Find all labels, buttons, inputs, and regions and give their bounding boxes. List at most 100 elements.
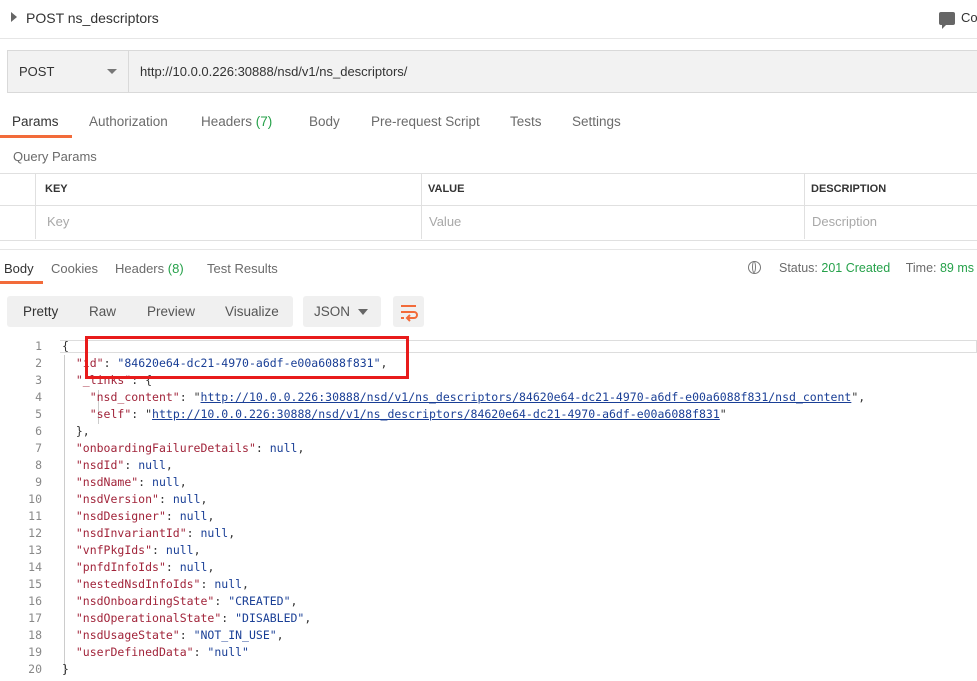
tab-pre-request-script[interactable]: Pre-request Script (371, 114, 480, 129)
code-line: "vnfPkgIds": null, (75, 543, 201, 557)
pane-divider[interactable] (0, 249, 977, 250)
code-line: }, (62, 424, 90, 438)
json-key: "userDefinedData" (75, 645, 194, 659)
line-number: 11 (28, 509, 42, 523)
json-value: "NOT_IN_USE" (193, 628, 277, 642)
globe-icon[interactable] (748, 261, 761, 274)
tab-headers[interactable]: Headers (7) (201, 114, 272, 129)
json-value: null (200, 526, 229, 540)
json-link[interactable]: http://10.0.0.226:30888/nsd/v1/ns_descri… (152, 407, 720, 421)
response-tab-headers[interactable]: Headers (8) (115, 261, 184, 276)
value-input[interactable]: Value (429, 214, 461, 229)
code-line: "userDefinedData": "null" (75, 645, 249, 659)
format-label: JSON (314, 304, 351, 319)
line-number: 16 (28, 594, 42, 608)
line-number: 20 (28, 662, 42, 676)
headers-count: (7) (255, 114, 273, 129)
highlight-box (85, 336, 409, 379)
json-value: "DISABLED" (235, 611, 305, 625)
line-number: 15 (28, 577, 42, 591)
response-body-editor[interactable]: 1{2 "id": "84620e64-dc21-4970-a6df-e00a6… (0, 339, 977, 681)
view-pretty-button[interactable]: Pretty (23, 304, 58, 319)
column-value: VALUE (428, 183, 465, 195)
response-headers-count: (8) (167, 261, 184, 276)
line-number: 5 (35, 407, 42, 421)
line-number: 10 (28, 492, 42, 506)
wrap-lines-button[interactable] (393, 296, 424, 327)
json-key: "nsdDesigner" (75, 509, 166, 523)
code-line: "onboardingFailureDetails": null, (75, 441, 305, 455)
json-key: "nsdOperationalState" (75, 611, 222, 625)
json-key: "pnfdInfoIds" (75, 560, 166, 574)
json-value: "CREATED" (228, 594, 291, 608)
column-key: KEY (45, 183, 68, 195)
request-title[interactable]: POST ns_descriptors (26, 10, 159, 26)
wrap-lines-icon (401, 305, 418, 322)
code-line: "nsdId": null, (75, 458, 173, 472)
response-tab-cookies[interactable]: Cookies (51, 261, 98, 276)
tab-body[interactable]: Body (309, 114, 340, 129)
json-value: "null" (207, 645, 249, 659)
json-value: null (172, 492, 201, 506)
comments-button[interactable]: Co (939, 10, 977, 30)
request-tabs: Params Authorization Headers (7) Body Pr… (0, 108, 977, 138)
code-line: "nsd_content": "http://10.0.0.226:30888/… (89, 390, 866, 404)
column-divider (35, 173, 36, 239)
json-key: "nsd_content" (89, 390, 180, 404)
code-line: "self": "http://10.0.0.226:30888/nsd/v1/… (89, 407, 727, 421)
line-number: 13 (28, 543, 42, 557)
tab-tests[interactable]: Tests (510, 114, 542, 129)
json-key: "onboardingFailureDetails" (75, 441, 256, 455)
code-line: "nsdVersion": null, (75, 492, 208, 506)
tab-params[interactable]: Params (12, 114, 59, 129)
code-line: "nsdName": null, (75, 475, 187, 489)
json-value: null (269, 441, 298, 455)
time-value: 89 ms (939, 261, 975, 275)
comments-label: Co (961, 10, 977, 25)
line-number: 4 (35, 390, 42, 404)
column-divider (804, 173, 805, 239)
query-params-title: Query Params (13, 149, 97, 164)
line-number: 12 (28, 526, 42, 540)
response-status: Status: 201 Created Time: 89 ms (779, 261, 975, 275)
tab-settings[interactable]: Settings (572, 114, 621, 129)
view-raw-button[interactable]: Raw (89, 304, 116, 319)
view-preview-button[interactable]: Preview (147, 304, 195, 319)
json-value: null (138, 458, 166, 472)
line-number: 1 (35, 339, 42, 353)
code-line: "nestedNsdInfoIds": null, (75, 577, 249, 591)
code-line: "nsdDesigner": null, (75, 509, 215, 523)
json-value: null (214, 577, 243, 591)
json-value: null (179, 509, 208, 523)
chevron-down-icon (358, 309, 368, 315)
line-number: 7 (35, 441, 42, 455)
line-number: 17 (28, 611, 42, 625)
json-link[interactable]: http://10.0.0.226:30888/nsd/v1/ns_descri… (201, 390, 852, 404)
url-input[interactable]: http://10.0.0.226:30888/nsd/v1/ns_descri… (140, 64, 407, 79)
json-value: null (165, 543, 194, 557)
active-tab-indicator (0, 135, 72, 138)
response-active-tab-indicator (0, 281, 43, 284)
code-line: { (62, 339, 69, 353)
code-line: "pnfdInfoIds": null, (75, 560, 215, 574)
caret-right-icon[interactable] (11, 12, 17, 22)
line-number: 14 (28, 560, 42, 574)
chevron-down-icon[interactable] (107, 69, 117, 74)
view-visualize-button[interactable]: Visualize (225, 304, 279, 319)
line-number: 6 (35, 424, 42, 438)
json-key: "nsdId" (75, 458, 125, 472)
column-divider (421, 173, 422, 239)
description-input[interactable]: Description (812, 214, 877, 229)
json-key: "nsdName" (75, 475, 139, 489)
tab-authorization[interactable]: Authorization (89, 114, 168, 129)
line-number: 9 (35, 475, 42, 489)
status-value: 201 Created (821, 261, 891, 275)
key-input[interactable]: Key (47, 214, 69, 229)
response-tab-body[interactable]: Body (4, 261, 34, 276)
json-key: "nsdVersion" (75, 492, 159, 506)
line-number: 8 (35, 458, 42, 472)
json-key: "nsdInvariantId" (75, 526, 187, 540)
response-tab-test-results[interactable]: Test Results (207, 261, 278, 276)
code-line: "nsdOnboardingState": "CREATED", (75, 594, 298, 608)
code-line: "nsdOperationalState": "DISABLED", (75, 611, 312, 625)
